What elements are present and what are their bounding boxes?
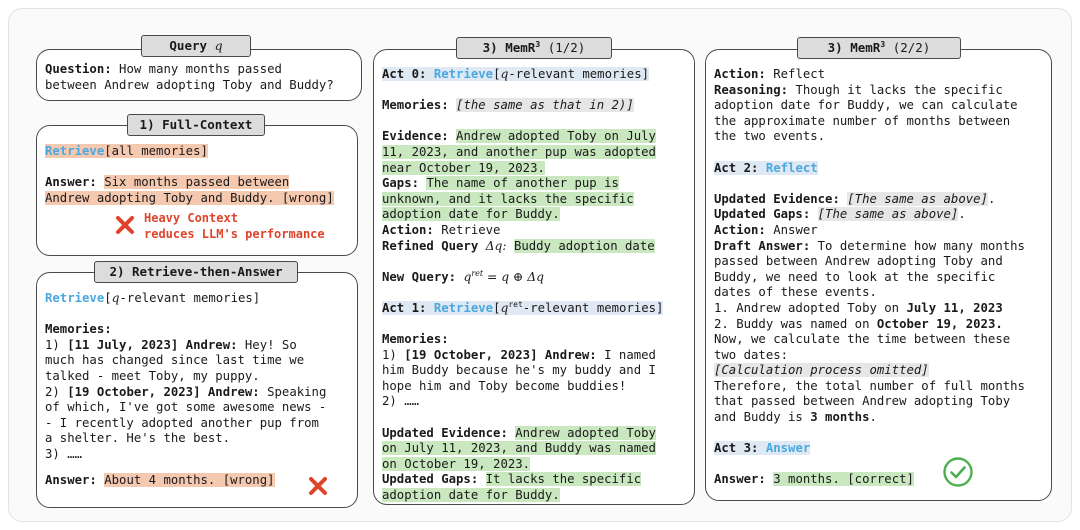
memr3-step2-tag: 3) MemR3 (2/2) (797, 37, 961, 59)
answer-text-1: Six months passed between (104, 175, 290, 190)
query-tag: Query q (141, 35, 251, 57)
retrieve-op: Retrieve (433, 300, 494, 315)
memory-item: 1) [11 July, 2023] Andrew: Hey! So (45, 337, 297, 352)
full-context-retrieve: Retrieve[all memories] (45, 144, 208, 158)
memr3-step1-panel: Act 0: Retrieve[q-relevant memories] Mem… (373, 49, 695, 505)
answer-label: Answer: (714, 472, 766, 487)
retrieve-op: Retrieve (45, 144, 105, 158)
answer-label: Answer: (45, 175, 97, 190)
question-text-2: between Andrew adopting Toby and Buddy? (45, 77, 334, 92)
evidence-label: Evidence: (382, 129, 449, 144)
question-label: Question: (45, 62, 112, 76)
new-query-formula: qret = q ⊕ Δq (463, 268, 544, 284)
memory-ellipsis: 3) …… (45, 446, 83, 461)
memories-label: Memories: (45, 322, 112, 337)
retrieve-then-answer-panel: Retrieve[q-relevant memories] Memories: … (36, 272, 358, 508)
act1-line: Act 1: Retrieve[qret-relevant memories] (382, 299, 664, 315)
answer-text-2: Andrew adopting Toby and Buddy. [wrong] (45, 190, 334, 205)
gaps-label: Gaps: (382, 176, 420, 191)
updated-evidence-label: Updated Evidence: (382, 425, 508, 440)
memory-item: 2) [19 October, 2023] Andrew: Speaking (45, 384, 327, 399)
full-context-tag: 1) Full-Context (127, 114, 265, 136)
memr3-step2-panel: Action: Reflect Reasoning: Though it lac… (705, 49, 1052, 501)
retrieve-op: Retrieve (433, 67, 494, 81)
act3-line: Act 3: Answer (714, 441, 811, 456)
updated-gaps-label: Updated Gaps: (382, 472, 479, 487)
answer-text: About 4 months. [wrong] (104, 472, 275, 487)
check-circle-icon (943, 457, 973, 487)
draft-answer-label: Draft Answer: (714, 238, 811, 253)
memories-same: [the same as that in 2)] (456, 98, 634, 113)
retrieve-then-answer-tag: 2) Retrieve-then-Answer (94, 261, 298, 283)
calculation-omitted: [Calculation process omitted] (714, 363, 929, 378)
act0-line: Act 0: Retrieve[q-relevant memories] (382, 67, 650, 81)
reasoning-label: Reasoning: (714, 82, 789, 97)
memr3-step1-tag: 3) MemR3 (1/2) (456, 37, 612, 59)
act2-line: Act 2: Reflect (714, 160, 818, 175)
question-text-1: How many months passed (119, 62, 282, 76)
cross-icon (309, 477, 327, 495)
heavy-context-warning: Heavy Context reduces LLM's performance (144, 211, 325, 241)
answer-op: Answer (765, 441, 811, 456)
retrieve-op: Retrieve (45, 291, 105, 305)
reflect-op: Reflect (765, 160, 818, 175)
memory-item: 1) [19 October, 2023] Andrew: I named (382, 347, 656, 362)
answer-label: Answer: (45, 472, 97, 487)
answer-text: 3 months. [correct] (773, 472, 914, 487)
cross-icon (116, 216, 134, 234)
new-query-label: New Query: (382, 269, 457, 284)
